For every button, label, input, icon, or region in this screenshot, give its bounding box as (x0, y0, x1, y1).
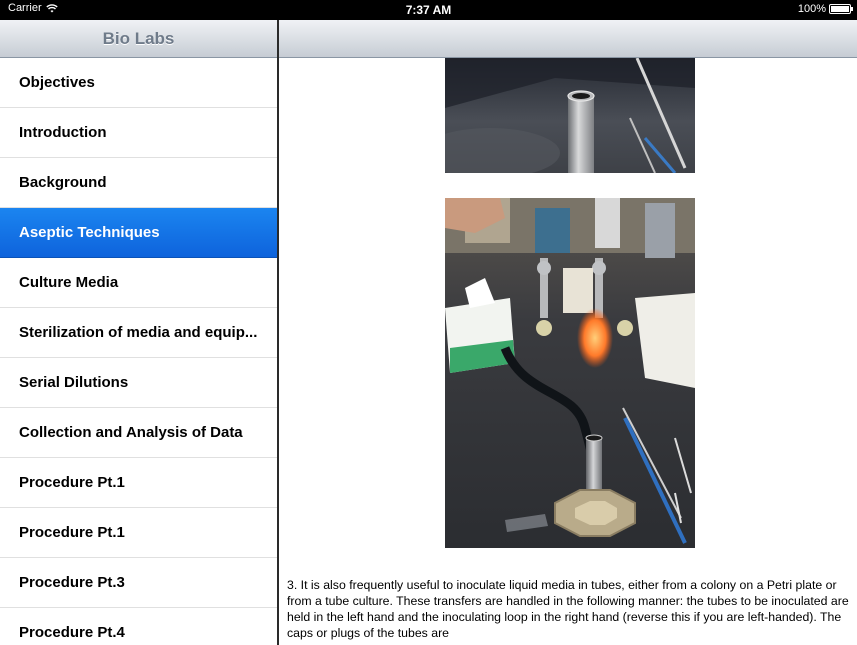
chapter-item-background[interactable]: Background (0, 158, 277, 208)
battery-icon (829, 4, 853, 14)
chapter-item-objectives[interactable]: Objectives (0, 58, 277, 108)
burner-closeup-photo (445, 58, 695, 173)
master-pane: Bio Labs Objectives Introduction Backgroun… (0, 20, 277, 645)
chapter-list: Objectives Introduction Background Aseptic … (0, 58, 277, 645)
aseptic-setup-photo (445, 198, 695, 548)
detail-pane: 3. It is also frequently useful to inocu… (279, 20, 857, 645)
master-title: Bio Labs (102, 28, 175, 48)
chapter-item-procedure-pt-4[interactable]: Procedure Pt.4 (0, 608, 277, 645)
status-time: 7:37 AM (405, 3, 452, 17)
chapter-item-aseptic-techniques[interactable]: Aseptic Techniques (0, 208, 277, 258)
chapter-item-introduction[interactable]: Introduction (0, 108, 277, 158)
chapter-item-collection-and-analysis-of-data[interactable]: Collection and Analysis of Data (0, 408, 277, 458)
chapter-item-procedure-pt-1[interactable]: Procedure Pt.1 (0, 458, 277, 508)
status-bar: Carrier 7:37 AM 100% (0, 0, 857, 20)
battery-percent: 100% (797, 3, 826, 15)
procedure-paragraph: 3. It is also frequently useful to inocu… (287, 578, 849, 640)
chapter-item-culture-media[interactable]: Culture Media (0, 258, 277, 308)
master-nav-bar: Bio Labs (0, 20, 277, 58)
chapter-item-procedure-pt-1[interactable]: Procedure Pt.1 (0, 508, 277, 558)
chapter-item-sterilization-of-media-and-equip[interactable]: Sterilization of media and equip... (0, 308, 277, 358)
battery-indicator: 100% (797, 3, 853, 15)
chapter-item-serial-dilutions[interactable]: Serial Dilutions (0, 358, 277, 408)
chapter-item-procedure-pt-3[interactable]: Procedure Pt.3 (0, 558, 277, 608)
detail-nav-bar (279, 20, 857, 58)
